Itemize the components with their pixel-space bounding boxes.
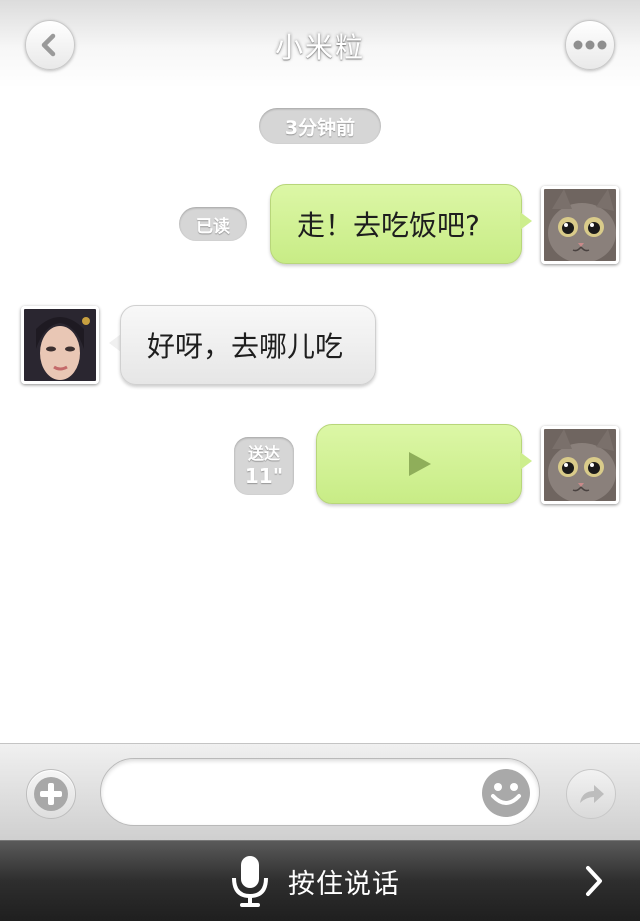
bubble-tail [520, 212, 532, 230]
outgoing-message-bubble[interactable]: 走！去吃饭吧? [270, 184, 522, 264]
forward-arrow-icon [580, 785, 604, 803]
message-text: 走！去吃饭吧? [297, 209, 480, 242]
chat-header: 小米粒 [0, 0, 640, 88]
message-text: 好呀，去哪儿吃 [147, 330, 344, 363]
chevron-right-icon [586, 866, 602, 896]
plus-icon [34, 777, 68, 811]
cat-avatar[interactable] [541, 426, 619, 504]
message-input-container[interactable] [100, 758, 540, 826]
input-bar [0, 743, 640, 841]
page-title: 小米粒 [274, 31, 365, 64]
cat-avatar[interactable] [541, 186, 619, 264]
girl-portrait-icon [24, 309, 96, 381]
timestamp-badge: 3分钟前 [259, 108, 381, 144]
voice-duration: 11" [244, 464, 284, 488]
voice-message-bubble[interactable] [316, 424, 522, 504]
hold-to-talk-button[interactable]: 按住说话 [230, 851, 420, 911]
microphone-icon [232, 856, 268, 907]
delivered-status-label: 送达 [247, 444, 280, 463]
message-input[interactable] [125, 773, 469, 813]
more-dots-icon [573, 40, 607, 50]
cat-face-icon [544, 189, 616, 261]
add-button[interactable] [26, 769, 76, 819]
incoming-message-bubble[interactable]: 好呀，去哪儿吃 [120, 305, 376, 385]
send-button[interactable] [566, 769, 616, 819]
delivered-status-badge: 送达 11" [234, 437, 294, 495]
girl-avatar[interactable] [21, 306, 99, 384]
play-icon[interactable] [405, 450, 433, 478]
smiley-icon[interactable] [479, 766, 533, 820]
cat-face-icon [544, 429, 616, 501]
read-status-badge: 已读 [179, 207, 247, 241]
next-button[interactable] [574, 859, 614, 903]
bubble-tail [520, 452, 532, 470]
read-status-label: 已读 [196, 216, 230, 237]
voice-bar: 按住说话 [0, 840, 640, 921]
hold-to-talk-label: 按住说话 [288, 868, 400, 900]
more-button[interactable] [565, 20, 615, 70]
